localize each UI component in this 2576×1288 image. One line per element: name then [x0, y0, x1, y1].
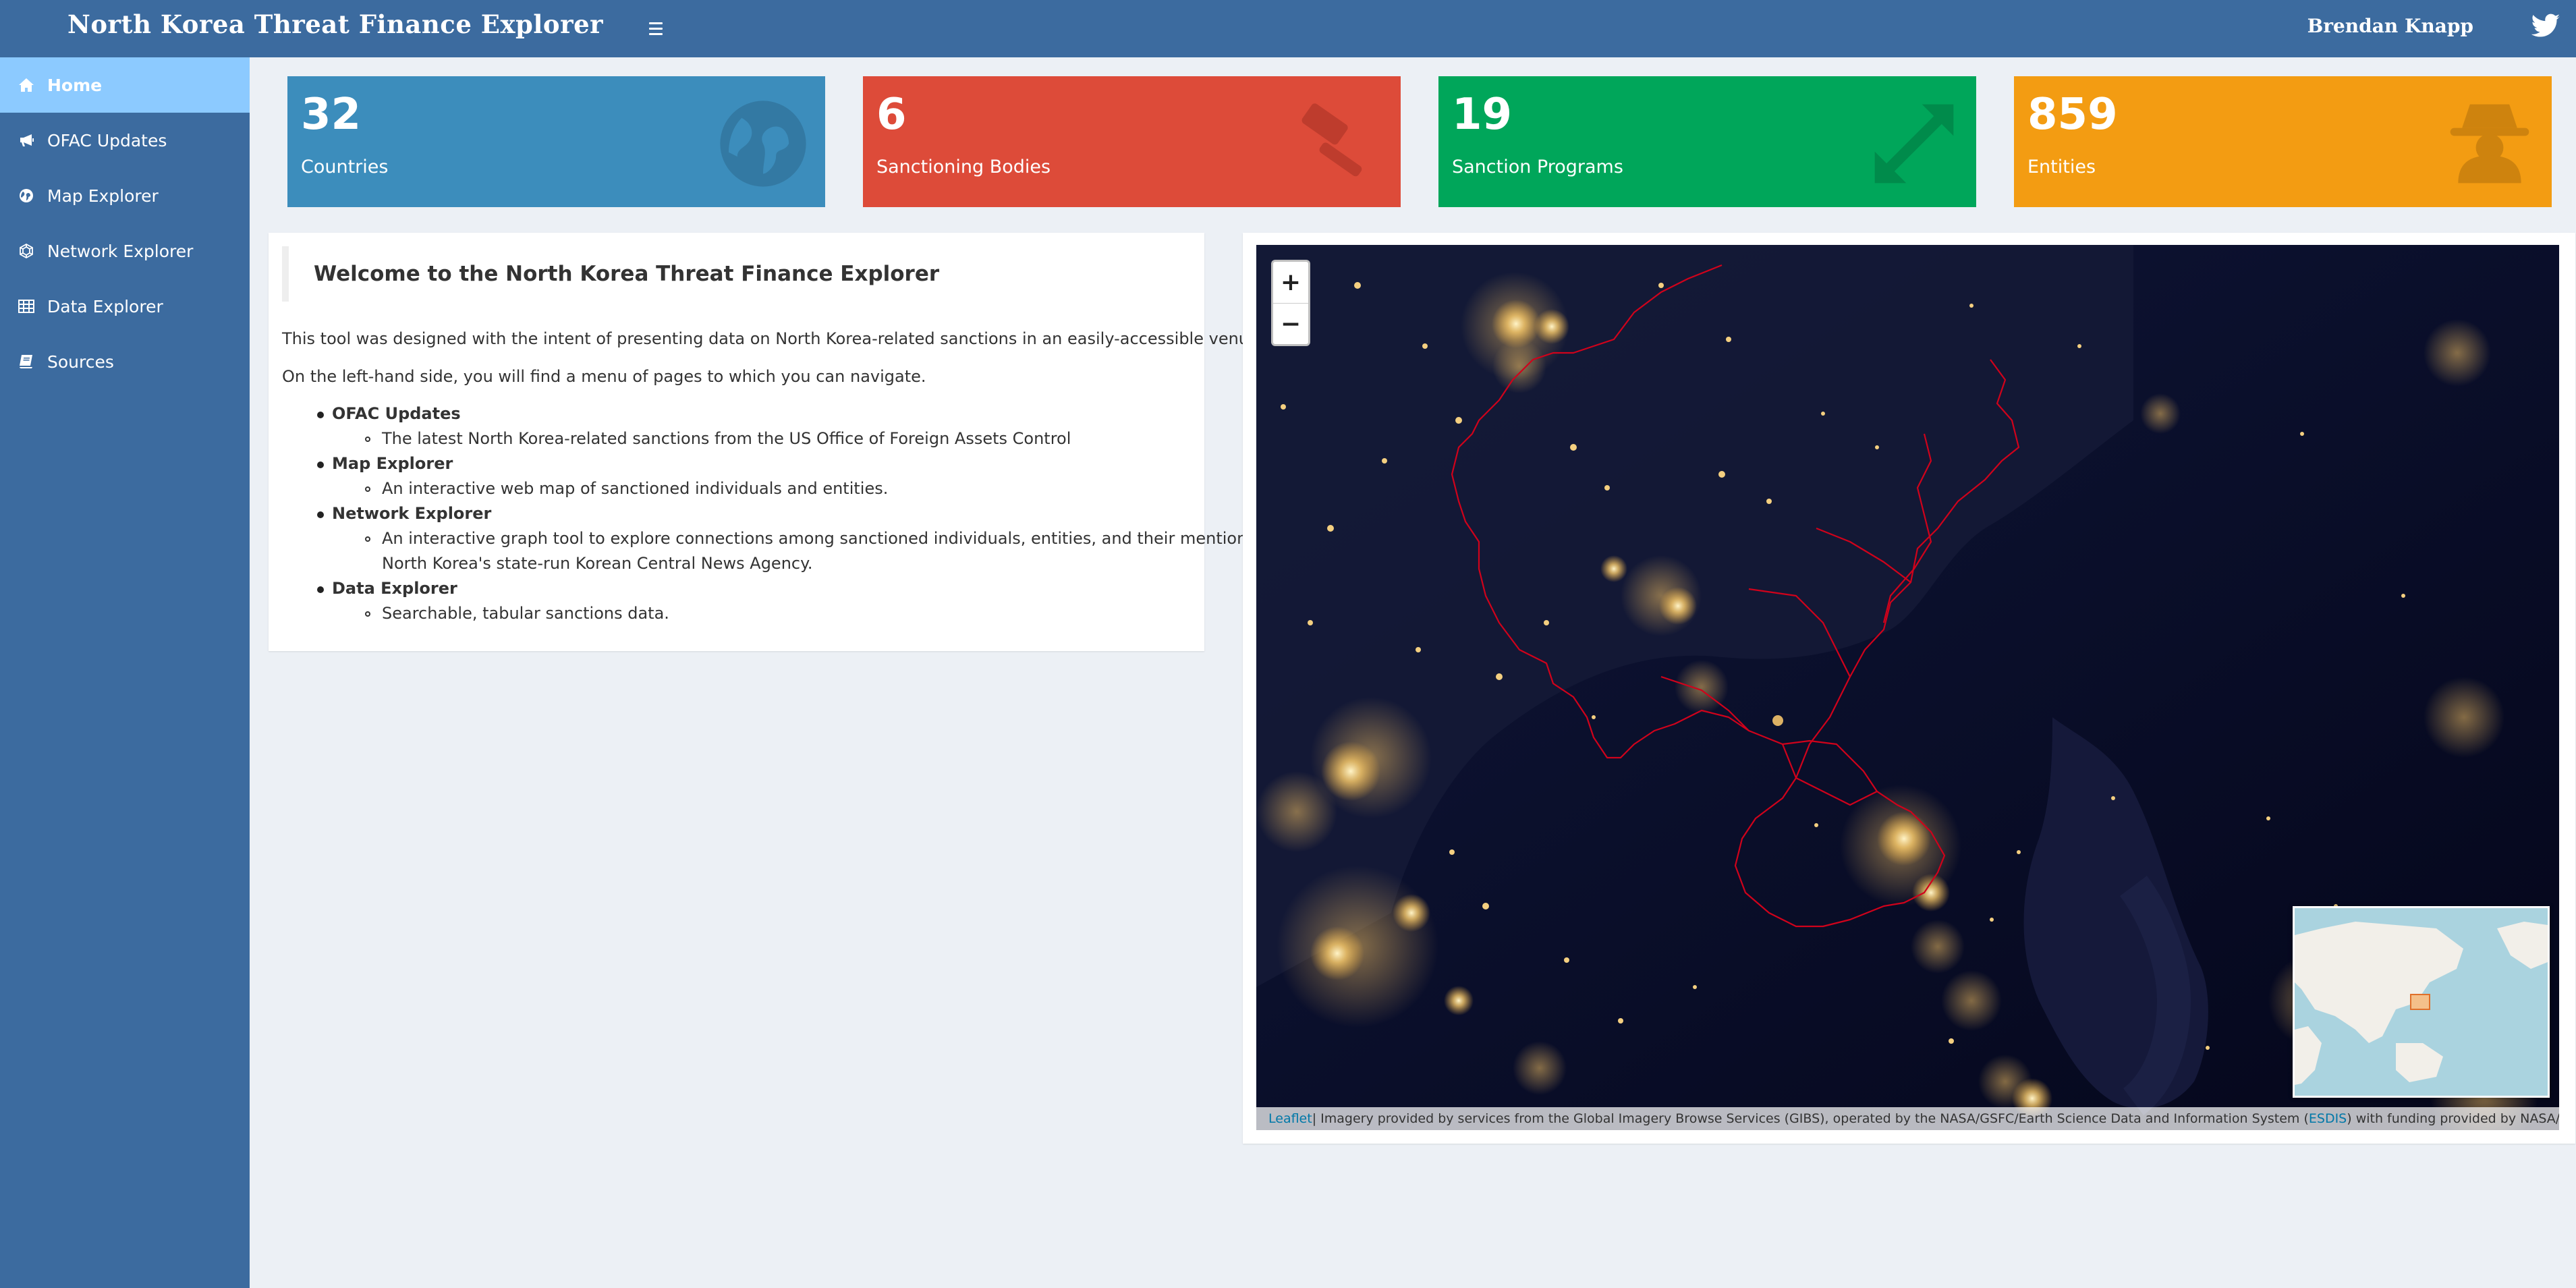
value-box-label: Entities [2027, 157, 2096, 177]
top-header: North Korea Threat Finance Explorer Bren… [0, 0, 2576, 57]
list-item-desc: North Korea's state-run Korean Central N… [382, 554, 813, 573]
list-item-desc: Searchable, tabular sanctions data. [382, 604, 669, 623]
value-box-countries: 32 Countries [287, 76, 825, 207]
value-box-sanctioning-bodies: 6 Sanctioning Bodies [863, 76, 1401, 207]
value-box-label: Sanction Programs [1452, 157, 1623, 177]
twitter-icon[interactable] [2530, 11, 2561, 42]
app-title[interactable]: North Korea Threat Finance Explorer [67, 9, 603, 39]
minimap-viewport[interactable] [2410, 994, 2430, 1010]
bullet [317, 461, 324, 468]
sidebar-item-ofac-updates[interactable]: OFAC Updates [0, 113, 250, 168]
sidebar-item-label: OFAC Updates [47, 130, 167, 150]
value-box-number: 32 [301, 90, 362, 140]
hamburger-icon[interactable] [641, 13, 671, 43]
value-box-number: 19 [1452, 90, 1513, 140]
sidebar: Home OFAC Updates Map Explorer Network E… [0, 57, 250, 1288]
network-icon [18, 242, 35, 260]
leaflet-link[interactable]: Leaflet [1268, 1111, 1312, 1126]
value-box-sanction-programs: 19 Sanction Programs [1438, 76, 1976, 207]
sidebar-item-data-explorer[interactable]: Data Explorer [0, 279, 250, 334]
bullet [317, 412, 324, 418]
zoom-control: + − [1271, 260, 1310, 346]
sidebar-item-label: Network Explorer [47, 241, 194, 261]
value-box-entities: 859 Entities [2014, 76, 2552, 207]
welcome-title: Welcome to the North Korea Threat Financ… [282, 246, 1191, 302]
map-attribution: Leaflet | Imagery provided by services f… [1256, 1107, 2559, 1130]
esdis-link[interactable]: ESDIS [2309, 1111, 2347, 1126]
sidebar-item-network-explorer[interactable]: Network Explorer [0, 223, 250, 279]
welcome-panel: Welcome to the North Korea Threat Financ… [269, 233, 1275, 651]
sidebar-item-sources[interactable]: Sources [0, 334, 250, 389]
bullet [317, 511, 324, 518]
table-icon [18, 298, 35, 315]
bullhorn-icon [18, 132, 35, 149]
sidebar-item-label: Sources [47, 352, 114, 372]
sidebar-item-label: Map Explorer [47, 186, 159, 206]
user-secret-icon [2442, 96, 2537, 191]
nav-hint-text: On the left-hand side, you will find a m… [282, 367, 926, 386]
sub-bullet [365, 437, 370, 442]
sidebar-item-home[interactable]: Home [0, 57, 250, 113]
globe-icon [716, 96, 810, 191]
value-box-label: Sanctioning Bodies [876, 157, 1051, 177]
sidebar-item-map-explorer[interactable]: Map Explorer [0, 168, 250, 223]
intro-text: This tool was designed with the intent o… [282, 329, 1264, 348]
globe-icon [18, 187, 35, 204]
list-item-title: Data Explorer [332, 579, 457, 598]
bullet [317, 586, 324, 593]
list-item-desc: An interactive web map of sanctioned ind… [382, 479, 889, 498]
list-item-title: Map Explorer [332, 454, 453, 473]
home-icon [18, 76, 35, 94]
gavel-icon [1291, 96, 1386, 191]
list-item-title: Network Explorer [332, 504, 492, 523]
list-item-title: OFAC Updates [332, 404, 461, 423]
value-box-number: 859 [2027, 90, 2118, 140]
user-name[interactable]: Brendan Knapp [2307, 15, 2473, 37]
night-lights-map[interactable]: + − Leaflet | Imagery provided by servic… [1256, 245, 2559, 1130]
attribution-text: | Imagery provided by services from the … [1312, 1111, 2309, 1126]
arrows-expand-icon [1867, 96, 1961, 191]
sub-bullet [365, 536, 370, 542]
minimap[interactable] [2293, 906, 2550, 1098]
sub-bullet [365, 486, 370, 492]
list-item-desc: The latest North Korea-related sanctions… [382, 429, 1071, 448]
value-box-label: Countries [301, 157, 389, 177]
zoom-out-button[interactable]: − [1273, 304, 1308, 345]
brand: North Korea Threat Finance Explorer [0, 0, 603, 57]
value-box-number: 6 [876, 90, 907, 140]
book-icon [18, 353, 35, 370]
zoom-in-button[interactable]: + [1273, 262, 1308, 304]
sub-bullet [365, 611, 370, 617]
attribution-text-end: ) with funding provided by NASA/HQ. [2347, 1111, 2559, 1126]
sidebar-item-label: Home [47, 75, 103, 95]
sidebar-item-label: Data Explorer [47, 296, 163, 316]
list-item-desc: An interactive graph tool to explore con… [382, 529, 1276, 548]
minimap-world [2295, 908, 2548, 1096]
